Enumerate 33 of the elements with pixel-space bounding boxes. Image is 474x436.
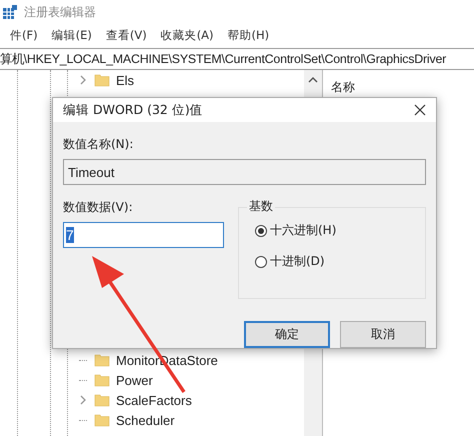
dialog-title: 编辑 DWORD (32 位)值: [63, 102, 203, 118]
tree-item[interactable]: Scheduler: [116, 412, 175, 428]
tree-item[interactable]: ScaleFactors: [116, 392, 192, 408]
column-header[interactable]: 名称: [331, 80, 355, 94]
folder-icon: [94, 412, 110, 428]
menu-item[interactable]: 查看(V): [106, 28, 147, 42]
folder-icon: [94, 392, 110, 408]
dialog-button[interactable]: 确定: [244, 321, 330, 348]
folder-icon: [94, 372, 110, 388]
dialog-button[interactable]: 取消: [340, 321, 426, 348]
name-field[interactable]: Timeout: [63, 159, 426, 185]
radio-button[interactable]: [255, 256, 267, 268]
group-label: 基数: [247, 198, 275, 215]
radio-label[interactable]: 十进制(D): [270, 253, 325, 270]
radio-button[interactable]: [255, 224, 267, 236]
tree-item[interactable]: Els: [116, 72, 134, 88]
folder-icon: [94, 72, 110, 88]
address-bar[interactable]: 算机\HKEY_LOCAL_MACHINE\SYSTEM\CurrentControlSet\Control\GraphicsDriver: [0, 50, 446, 68]
chevron-icon[interactable]: [79, 75, 87, 85]
folder-icon: [94, 352, 110, 368]
data-field[interactable]: 7: [63, 222, 224, 248]
menu-item[interactable]: 收藏夹(A): [160, 28, 214, 42]
radio-label[interactable]: 十六进制(H): [270, 222, 336, 239]
chevron-icon[interactable]: [79, 395, 87, 405]
window-title: 注册表编辑器: [24, 4, 96, 20]
tree-item[interactable]: Power: [116, 372, 153, 388]
menu-item[interactable]: 帮助(H): [228, 28, 270, 42]
field-label: 数值数据(V):: [63, 199, 134, 216]
menu-item[interactable]: 件(F): [10, 28, 38, 42]
scroll-up-icon[interactable]: [308, 76, 318, 83]
field-label: 数值名称(N):: [63, 136, 134, 153]
menu-item[interactable]: 编辑(E): [52, 28, 92, 42]
close-icon[interactable]: [414, 104, 426, 116]
